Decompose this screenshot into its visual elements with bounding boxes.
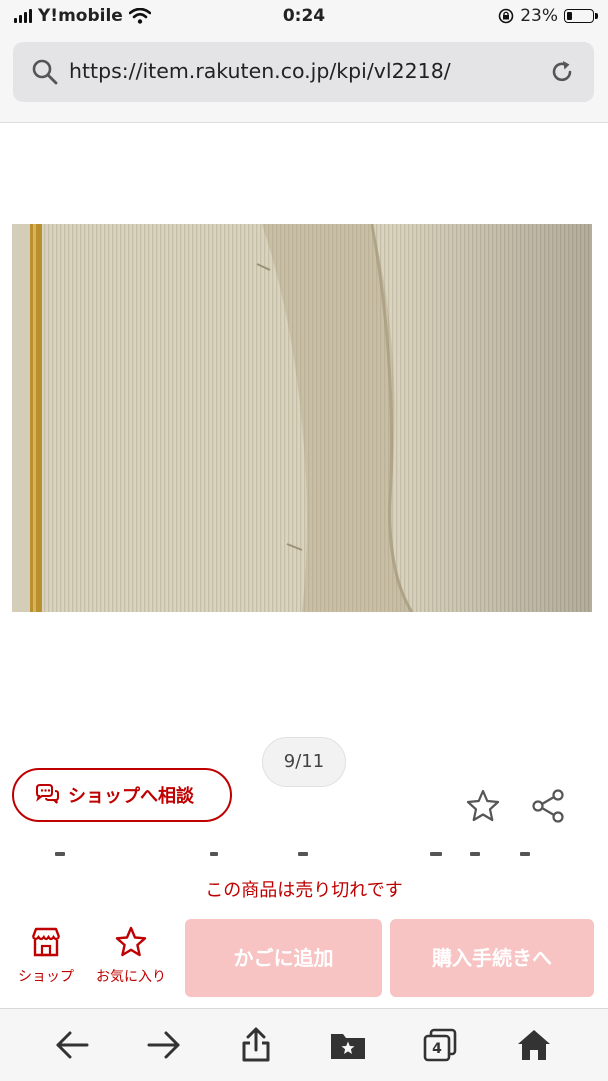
- forward-button[interactable]: [142, 1025, 186, 1065]
- jacket-photo: [12, 224, 592, 612]
- back-arrow-icon: [56, 1031, 89, 1059]
- upload-icon: [242, 1027, 270, 1062]
- status-bar: Y!mobile 0:24 23%: [0, 0, 608, 34]
- browser-toolbar: 4: [0, 1008, 608, 1081]
- status-right: 23%: [498, 6, 598, 26]
- consult-shop-button[interactable]: ショップへ相談: [12, 768, 232, 822]
- product-image[interactable]: [12, 224, 592, 612]
- favorite-label: お気に入り: [96, 969, 166, 985]
- bookmarks-button[interactable]: [326, 1025, 370, 1065]
- search-icon: [32, 59, 58, 85]
- reload-icon[interactable]: [548, 58, 576, 86]
- home-button[interactable]: [512, 1025, 556, 1065]
- battery-level: [567, 12, 572, 20]
- star-icon: [115, 926, 147, 957]
- star-icon[interactable]: [465, 788, 501, 824]
- url-text[interactable]: https://item.rakuten.co.jp/kpi/vl2218/: [69, 59, 451, 83]
- browser-header: https://item.rakuten.co.jp/kpi/vl2218/: [0, 34, 608, 123]
- consult-label: ショップへ相談: [68, 786, 194, 807]
- add-to-cart-button[interactable]: かごに追加: [185, 919, 382, 997]
- checkout-button[interactable]: 購入手続きへ: [390, 919, 594, 997]
- battery-percent: 23%: [520, 6, 558, 26]
- purchase-bar: この商品は売り切れです ショップ お気に入り かごに追加 購入手続きへ: [0, 862, 608, 1008]
- share-icon[interactable]: [530, 788, 566, 824]
- battery-icon: [564, 9, 598, 23]
- bookmarks-icon: [331, 1034, 365, 1059]
- forward-arrow-icon: [147, 1031, 180, 1059]
- chat-icon: [36, 784, 59, 804]
- orientation-lock-icon: [498, 8, 514, 24]
- home-icon: [518, 1030, 550, 1060]
- tab-count: 4: [432, 1041, 442, 1057]
- sold-out-message: この商品は売り切れです: [205, 880, 403, 901]
- image-counter: 9/11: [262, 737, 346, 787]
- address-bar[interactable]: https://item.rakuten.co.jp/kpi/vl2218/: [13, 42, 594, 102]
- share-button[interactable]: [234, 1025, 278, 1065]
- back-button[interactable]: [50, 1025, 94, 1065]
- tabs-icon: 4: [423, 1028, 457, 1062]
- shop-button[interactable]: ショップ: [10, 926, 82, 986]
- tabs-button[interactable]: 4: [418, 1025, 462, 1065]
- shop-label: ショップ: [18, 969, 74, 985]
- clipped-text-row: [50, 852, 560, 862]
- shop-icon: [31, 927, 61, 957]
- favorite-button[interactable]: お気に入り: [90, 926, 172, 986]
